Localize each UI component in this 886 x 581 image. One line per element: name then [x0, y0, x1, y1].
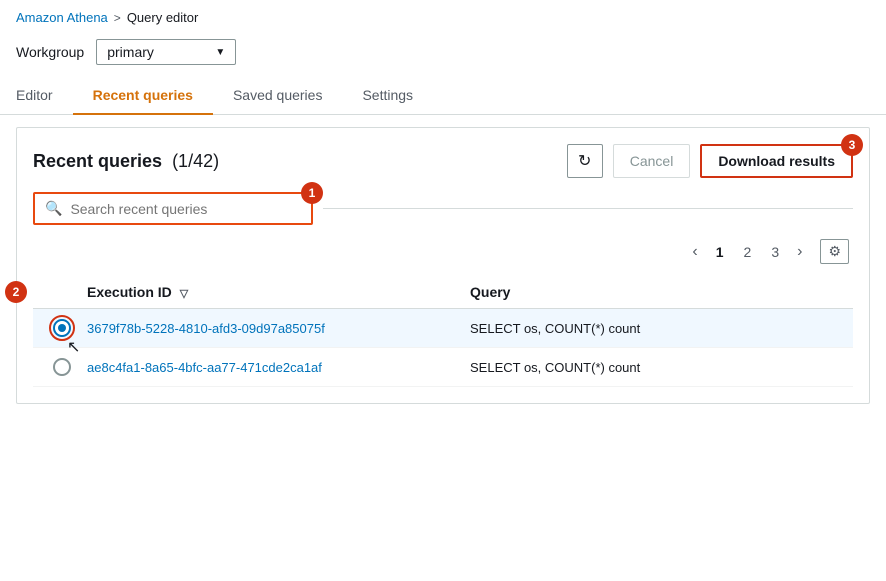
prev-page-button[interactable]: ‹ — [686, 241, 703, 263]
header-execid: Execution ID ▽ — [87, 284, 470, 300]
query-count: (1/42) — [172, 151, 219, 172]
main-panel: Recent queries (1/42) ↻ Cancel 3 Downloa… — [16, 127, 870, 404]
search-input[interactable] — [70, 201, 301, 217]
annotation-badge-2: 2 — [5, 281, 27, 303]
radio-inner — [58, 324, 66, 332]
tab-editor[interactable]: Editor — [16, 77, 73, 115]
gear-icon: ⚙ — [828, 243, 841, 259]
tab-saved-queries[interactable]: Saved queries — [213, 77, 343, 115]
row-execution-id[interactable]: ae8c4fa1-8a65-4bfc-aa77-471cde2ca1af — [87, 360, 470, 375]
tabs-bar: Editor Recent queries Saved queries Sett… — [0, 77, 886, 115]
annotation-badge-1: 1 — [301, 182, 323, 204]
workgroup-select[interactable]: primary ▼ — [96, 39, 236, 65]
row-execution-id[interactable]: 3679f78b-5228-4810-afd3-09d97a85075f — [87, 321, 470, 336]
download-results-button[interactable]: Download results — [700, 144, 853, 178]
table-header-row: 2 Execution ID ▽ Query — [33, 276, 853, 309]
workgroup-label: Workgroup — [16, 44, 84, 60]
refresh-button[interactable]: ↻ — [567, 144, 603, 178]
annotation-badge-3: 3 — [841, 134, 863, 156]
search-icon: 🔍 — [45, 200, 62, 217]
tab-recent-queries[interactable]: Recent queries — [73, 77, 213, 115]
panel-title: Recent queries — [33, 151, 162, 172]
cancel-button[interactable]: Cancel — [613, 144, 691, 178]
table-settings-button[interactable]: ⚙ — [820, 239, 849, 264]
results-table: 2 Execution ID ▽ Query ↖ 3679f78b-5228-4… — [33, 276, 853, 387]
table-row[interactable]: ae8c4fa1-8a65-4bfc-aa77-471cde2ca1af SEL… — [33, 348, 853, 387]
row-query: SELECT os, COUNT(*) count — [470, 360, 853, 375]
pagination-row: ‹ 1 2 3 › ⚙ — [33, 239, 853, 264]
breadcrumb-home-link[interactable]: Amazon Athena — [16, 10, 108, 25]
sort-icon[interactable]: ▽ — [180, 288, 188, 300]
page-2-button[interactable]: 2 — [736, 242, 760, 262]
search-row: 🔍 1 — [33, 192, 853, 225]
breadcrumb: Amazon Athena > Query editor — [0, 0, 886, 31]
pagination-nav: ‹ 1 2 3 › — [686, 241, 808, 263]
table-row[interactable]: ↖ 3679f78b-5228-4810-afd3-09d97a85075f S… — [33, 309, 853, 348]
page-1-button[interactable]: 1 — [708, 242, 732, 262]
workgroup-row: Workgroup primary ▼ — [0, 31, 886, 77]
radio-button-unselected[interactable] — [53, 358, 71, 376]
breadcrumb-separator: > — [114, 11, 121, 25]
next-page-button[interactable]: › — [791, 241, 808, 263]
panel-header-row: Recent queries (1/42) ↻ Cancel 3 Downloa… — [33, 144, 853, 178]
workgroup-value: primary — [107, 44, 154, 60]
page-3-button[interactable]: 3 — [763, 242, 787, 262]
tab-settings[interactable]: Settings — [342, 77, 433, 115]
row-radio-col[interactable]: ↖ — [33, 319, 87, 337]
header-query: Query — [470, 284, 853, 300]
radio-button-selected[interactable]: ↖ — [53, 319, 71, 337]
breadcrumb-current: Query editor — [127, 10, 199, 25]
row-query: SELECT os, COUNT(*) count — [470, 321, 853, 336]
row-radio-col[interactable] — [33, 358, 87, 376]
search-box[interactable]: 🔍 — [33, 192, 313, 225]
chevron-down-icon: ▼ — [215, 47, 225, 58]
